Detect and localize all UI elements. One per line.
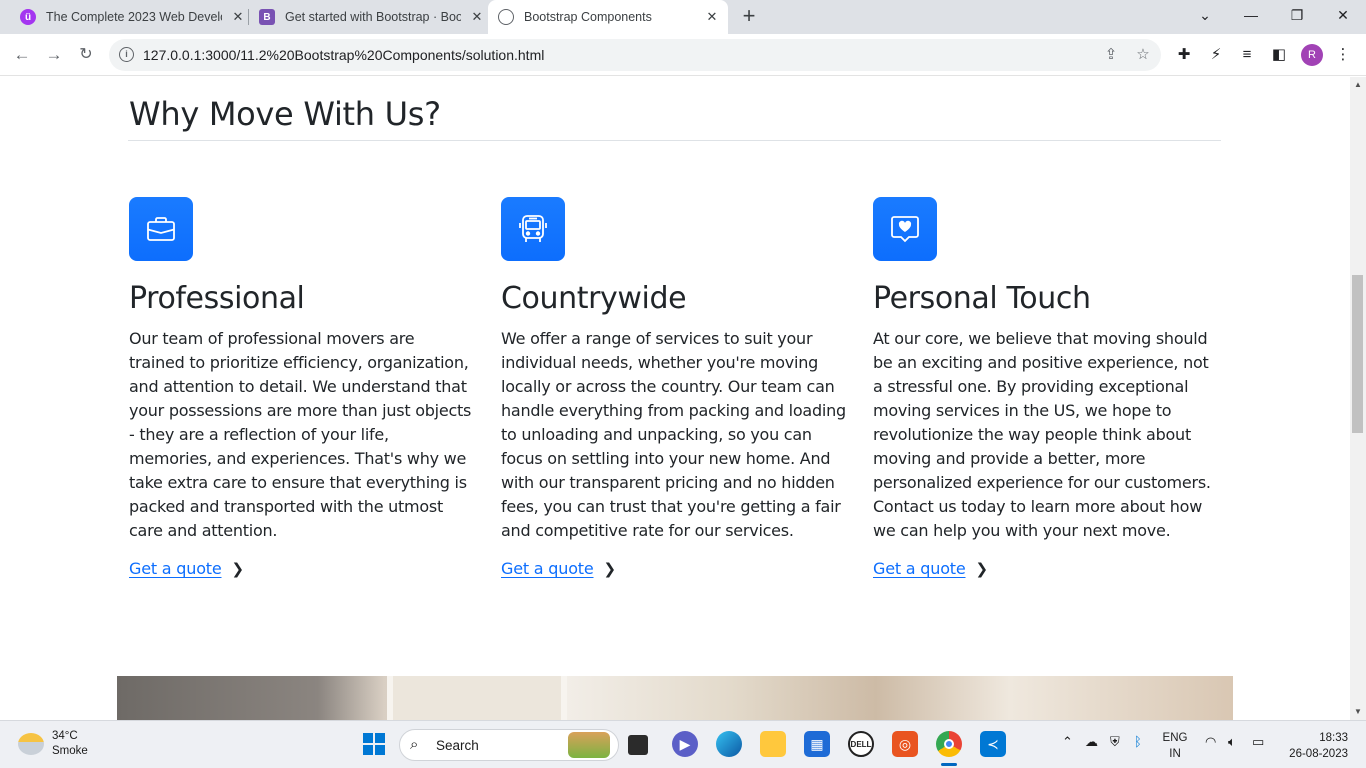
scroll-up-icon[interactable]: ▲ — [1353, 80, 1363, 90]
briefcase-icon — [129, 197, 193, 261]
window-image-detail — [387, 676, 567, 720]
tab-search-icon[interactable]: ⌄ — [1182, 0, 1228, 34]
restore-button[interactable]: ❐ — [1274, 0, 1320, 34]
close-icon[interactable]: ✕ — [230, 9, 246, 25]
close-icon[interactable]: ✕ — [704, 9, 720, 25]
bootstrap-icon: B — [259, 9, 275, 25]
udemy-icon: ü — [20, 9, 36, 25]
close-window-button[interactable]: ✕ — [1320, 0, 1366, 34]
file-explorer-icon[interactable] — [760, 731, 786, 757]
section-title: Why Move With Us? — [129, 95, 441, 133]
dell-icon[interactable]: DELL — [848, 731, 874, 757]
url-text[interactable]: 127.0.0.1:3000/11.2%20Bootstrap%20Compon… — [143, 47, 544, 63]
section-divider — [128, 140, 1221, 141]
windows-start-icon[interactable] — [361, 731, 387, 757]
chevron-right-icon: ❯ — [231, 559, 245, 578]
feature-title: Countrywide — [501, 281, 687, 316]
onedrive-icon[interactable]: ☁ — [1085, 734, 1098, 750]
ubuntu-icon[interactable]: ◎ — [892, 731, 918, 757]
feature-title: Personal Touch — [873, 281, 1091, 316]
site-info-icon[interactable]: i — [119, 47, 134, 62]
system-clock[interactable]: 18:33 26-08-2023 — [1278, 730, 1348, 762]
close-icon[interactable]: ✕ — [469, 9, 485, 25]
page-scrollbar[interactable]: ▲ ▼ — [1350, 77, 1366, 720]
edge-browser-icon[interactable] — [716, 731, 742, 757]
feature-title: Professional — [129, 281, 305, 316]
taskbar-search[interactable]: ⌕ Search — [399, 729, 619, 761]
forward-icon[interactable]: → — [42, 43, 66, 67]
weather-desc: Smoke — [52, 745, 88, 757]
bluetooth-icon[interactable]: ᛒ — [1134, 734, 1142, 749]
wifi-icon[interactable]: ◠ — [1205, 734, 1216, 750]
globe-icon — [498, 9, 514, 25]
bookmark-star-icon[interactable]: ☆ — [1133, 45, 1153, 65]
teams-chat-icon[interactable]: ▶ — [672, 731, 698, 757]
search-highlight-image — [568, 732, 610, 758]
weather-widget[interactable]: 34°C Smoke — [18, 729, 88, 759]
microsoft-store-icon[interactable]: ▦ — [804, 731, 830, 757]
minimize-button[interactable]: — — [1228, 0, 1274, 34]
vscode-icon[interactable]: ≺ — [980, 731, 1006, 757]
extensions-puzzle-icon[interactable]: ✚ — [1174, 45, 1194, 65]
browser-tab-bar: ü The Complete 2023 Web Develop ✕ B Get … — [0, 0, 1366, 34]
page-content: Why Move With Us? Professional Our team … — [0, 77, 1350, 720]
chevron-right-icon: ❯ — [975, 559, 989, 578]
back-icon[interactable]: ← — [10, 43, 34, 67]
reload-icon[interactable]: ↻ — [74, 43, 98, 67]
scroll-down-icon[interactable]: ▼ — [1353, 707, 1363, 717]
search-icon: ⌕ — [410, 736, 419, 753]
feature-text: Our team of professional movers are trai… — [129, 329, 472, 540]
tab-bootstrap-docs[interactable]: B Get started with Bootstrap · Boot ✕ — [251, 0, 485, 34]
weather-temp: 34°C — [52, 730, 78, 742]
get-quote-link[interactable]: Get a quote ❯ — [501, 559, 616, 578]
extension-icon[interactable]: ⚡ — [1206, 45, 1226, 65]
tab-title: Bootstrap Components — [524, 10, 652, 24]
scrollbar-thumb[interactable] — [1352, 275, 1363, 433]
get-quote-link[interactable]: Get a quote ❯ — [873, 559, 988, 578]
address-bar[interactable]: i 127.0.0.1:3000/11.2%20Bootstrap%20Comp… — [109, 39, 1161, 71]
feature-personal-touch: Personal Touch At our core, we believe t… — [873, 197, 1218, 579]
feature-text: At our core, we believe that moving shou… — [873, 329, 1211, 540]
feature-countrywide: Countrywide We offer a range of services… — [501, 197, 846, 579]
windows-taskbar: 34°C Smoke ⌕ Search ▶ ▦ DELL ◎ ≺ ⌃ ☁ ⛨ ᛒ… — [0, 720, 1366, 768]
chrome-icon[interactable] — [936, 731, 962, 766]
language-indicator[interactable]: ENG IN — [1160, 730, 1190, 762]
share-icon[interactable]: ⇪ — [1101, 45, 1121, 65]
feature-text: We offer a range of services to suit you… — [501, 329, 846, 540]
tab-udemy[interactable]: ü The Complete 2023 Web Develop ✕ — [12, 0, 246, 34]
tab-bootstrap-components[interactable]: Bootstrap Components ✕ — [488, 0, 728, 34]
chat-heart-icon — [873, 197, 937, 261]
bus-icon — [501, 197, 565, 261]
feature-professional: Professional Our team of professional mo… — [129, 197, 474, 579]
battery-icon[interactable]: ▭ — [1252, 734, 1264, 750]
hero-image — [117, 676, 1233, 720]
volume-icon[interactable]: 🔈︎ — [1228, 734, 1236, 750]
defender-icon[interactable]: ⛨ — [1110, 734, 1120, 750]
profile-avatar[interactable]: R — [1301, 44, 1323, 66]
task-view-icon[interactable] — [628, 735, 648, 755]
reading-list-icon[interactable]: ≡ — [1237, 45, 1257, 65]
tab-title: The Complete 2023 Web Develop — [46, 10, 222, 24]
tab-title: Get started with Bootstrap · Boot — [285, 10, 461, 24]
new-tab-button[interactable]: + — [737, 5, 761, 29]
browser-toolbar: ← → ↻ i 127.0.0.1:3000/11.2%20Bootstrap%… — [0, 34, 1366, 76]
weather-icon — [18, 733, 44, 755]
chevron-up-icon[interactable]: ⌃ — [1062, 734, 1073, 750]
menu-kebab-icon[interactable]: ⋮ — [1333, 45, 1353, 65]
side-panel-icon[interactable]: ◧ — [1269, 45, 1289, 65]
chevron-right-icon: ❯ — [603, 559, 617, 578]
get-quote-link[interactable]: Get a quote ❯ — [129, 559, 244, 578]
search-label: Search — [436, 738, 479, 753]
